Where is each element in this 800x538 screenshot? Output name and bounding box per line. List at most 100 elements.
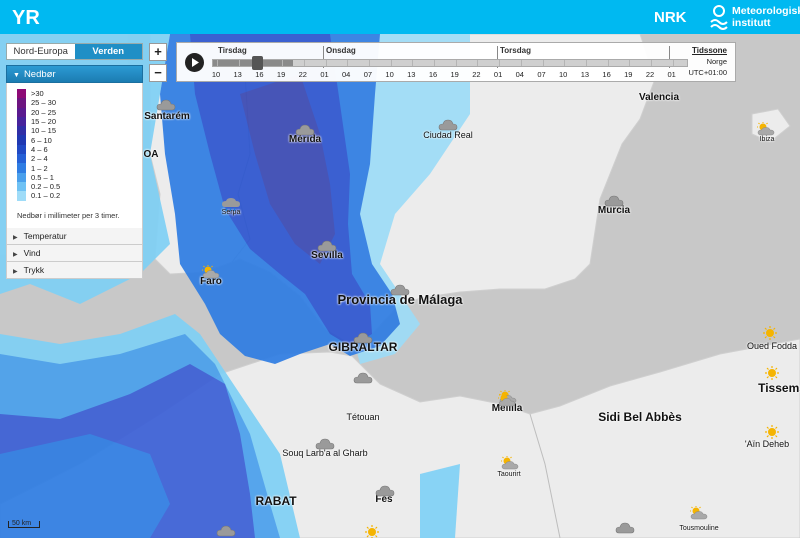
hour-label[interactable]: 13 xyxy=(581,70,589,79)
layer-header-nedbor[interactable]: ▼ Nedbør xyxy=(6,65,143,83)
hour-label[interactable]: 07 xyxy=(364,70,372,79)
time-slider-tick xyxy=(672,60,674,66)
time-slider-tick xyxy=(564,60,566,66)
cloud-icon[interactable] xyxy=(375,484,395,498)
hour-label[interactable]: 01 xyxy=(494,70,502,79)
sun-icon[interactable] xyxy=(760,326,780,340)
hour-label[interactable]: 07 xyxy=(537,70,545,79)
day-label-torsdag: Torsdag xyxy=(500,46,531,55)
sun-icon[interactable] xyxy=(762,366,782,380)
hour-label[interactable]: 22 xyxy=(299,70,307,79)
cloud-icon[interactable] xyxy=(438,118,458,132)
legend-swatch xyxy=(17,116,26,127)
cloud-icon[interactable] xyxy=(295,123,315,137)
met-name: Meteorologisk institutt xyxy=(732,5,800,29)
place-label[interactable]: Tissems xyxy=(758,381,800,395)
cloud-icon[interactable] xyxy=(615,521,635,535)
zoom-in-button[interactable]: + xyxy=(149,43,167,61)
time-slider-tick xyxy=(607,60,609,66)
tab-verden[interactable]: Verden xyxy=(74,44,142,59)
nrk-logo[interactable]: NRK xyxy=(654,8,692,24)
cloud-icon[interactable] xyxy=(315,437,335,451)
partly-cloudy-icon[interactable] xyxy=(499,456,519,470)
time-slider-tick xyxy=(217,60,218,66)
partly-cloudy-icon[interactable] xyxy=(200,265,220,279)
place-label[interactable]: 'Aïn Deheb xyxy=(745,439,789,449)
hour-label[interactable]: 16 xyxy=(429,70,437,79)
hour-label[interactable]: 10 xyxy=(385,70,393,79)
legend-swatch xyxy=(17,172,26,182)
hour-label[interactable]: 19 xyxy=(277,70,285,79)
partly-cloudy-icon[interactable] xyxy=(755,122,775,136)
partly-cloudy-icon[interactable] xyxy=(688,506,708,520)
hour-label[interactable]: 16 xyxy=(602,70,610,79)
met-institutt-logo[interactable]: Meteorologisk institutt xyxy=(710,4,800,32)
legend-note: Nedbør i millimeter per 3 timer. xyxy=(17,210,120,220)
met-name-line2: institutt xyxy=(732,17,771,29)
day-label-onsdag: Onsdag xyxy=(326,46,356,55)
met-wave-icon xyxy=(710,5,728,30)
hour-label[interactable]: 04 xyxy=(342,70,350,79)
place-label[interactable]: Tétouan xyxy=(346,412,379,422)
day-label-tirsdag: Tirsdag xyxy=(218,46,247,55)
rain-cloud-icon[interactable] xyxy=(221,198,241,212)
layer-item-temperatur[interactable]: ▶ Temperatur xyxy=(6,227,143,245)
zoom-out-button[interactable]: − xyxy=(149,64,167,82)
legend-label: >30 xyxy=(31,89,44,99)
legend-row: 20 – 25 xyxy=(17,107,134,117)
hour-label[interactable]: 01 xyxy=(320,70,328,79)
play-icon xyxy=(192,58,199,67)
place-label[interactable]: Ibiza xyxy=(760,136,775,143)
layer-item-label: Vind xyxy=(23,247,41,258)
place-label[interactable]: Santarém xyxy=(144,111,190,122)
time-slider-tick xyxy=(542,60,544,66)
time-slider-handle[interactable] xyxy=(252,56,263,70)
place-label[interactable]: Tousmouline xyxy=(679,525,718,532)
cloud-icon[interactable] xyxy=(353,331,373,345)
time-slider-tick xyxy=(585,60,587,66)
time-slider-tick xyxy=(282,60,284,66)
hour-label[interactable]: 13 xyxy=(234,70,242,79)
yr-logo[interactable]: YR xyxy=(12,6,48,28)
legend-row: 4 – 6 xyxy=(17,144,134,155)
partly-cloudy-icon[interactable] xyxy=(496,393,516,407)
hour-label[interactable]: 16 xyxy=(255,70,263,79)
timezone-link[interactable]: Tidssone xyxy=(692,46,727,55)
hour-label[interactable]: 22 xyxy=(646,70,654,79)
layer-header-label: Nedbør xyxy=(23,69,56,80)
place-label[interactable]: Sidi Bel Abbès xyxy=(598,410,682,424)
sun-icon[interactable] xyxy=(762,425,782,439)
legend-row: 0.2 – 0.5 xyxy=(17,181,134,192)
play-button[interactable] xyxy=(185,53,204,72)
hour-label[interactable]: 13 xyxy=(407,70,415,79)
time-slider-tick xyxy=(520,60,522,66)
hour-label[interactable]: 22 xyxy=(472,70,480,79)
cloud-icon[interactable] xyxy=(390,283,410,297)
place-label[interactable]: OA xyxy=(144,149,159,160)
hour-label[interactable]: 10 xyxy=(212,70,220,79)
hour-label[interactable]: 19 xyxy=(451,70,459,79)
hour-label[interactable]: 04 xyxy=(516,70,524,79)
cloud-icon[interactable] xyxy=(216,524,236,538)
time-slider-tick xyxy=(499,60,501,66)
place-label[interactable]: Taourirt xyxy=(497,471,520,478)
tab-nord-europa[interactable]: Nord-Europa xyxy=(7,44,75,59)
place-label[interactable]: RABAT xyxy=(255,494,296,508)
cloud-icon[interactable] xyxy=(604,194,624,208)
time-slider-track[interactable] xyxy=(212,59,688,67)
legend-row: >30 xyxy=(17,89,134,99)
cloud-icon[interactable] xyxy=(317,239,337,253)
cloud-icon[interactable] xyxy=(156,98,176,112)
layer-item-trykk[interactable]: ▶ Trykk xyxy=(6,261,143,279)
hour-label[interactable]: 01 xyxy=(668,70,676,79)
layer-item-vind[interactable]: ▶ Vind xyxy=(6,244,143,262)
hour-label[interactable]: 19 xyxy=(624,70,632,79)
place-label[interactable]: Oued Fodda xyxy=(747,341,797,351)
legend-row: 15 – 20 xyxy=(17,116,134,127)
cloud-icon[interactable] xyxy=(353,371,373,385)
sun-icon[interactable] xyxy=(362,525,382,538)
hour-label[interactable]: 10 xyxy=(559,70,567,79)
place-label[interactable]: Valencia xyxy=(639,92,679,103)
legend-label: 4 – 6 xyxy=(31,144,48,154)
legend-swatch xyxy=(17,107,26,117)
